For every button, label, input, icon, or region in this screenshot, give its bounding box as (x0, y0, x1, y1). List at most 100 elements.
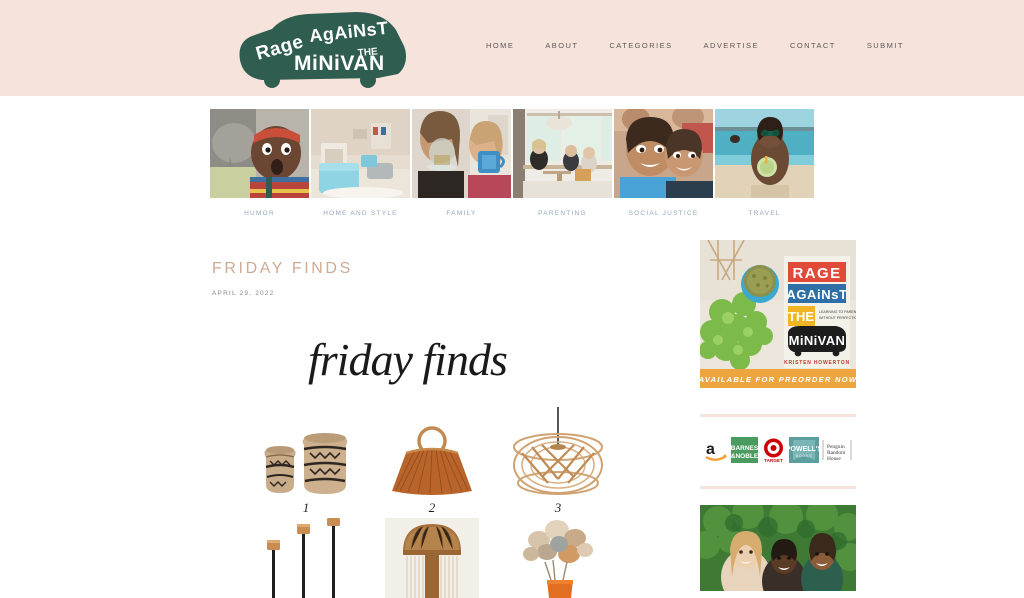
living-room-blue-sofa-photo-icon (311, 109, 410, 198)
category-thumb-home-and-style[interactable] (311, 109, 410, 198)
two-smiling-children-photo-icon (614, 109, 713, 198)
nav-item-advertise[interactable]: ADVERTISE (704, 41, 759, 50)
category-label-social-justice[interactable]: SOCIAL JUSTICE (614, 210, 713, 217)
book-preorder-ad[interactable]: RAGE AGAiNsT THE LEARNING TO PARENT WITH… (700, 240, 856, 388)
category-row: HUMOR HOME AND STYLE FAMILY PARENTING SO… (0, 109, 1024, 217)
product-item-1[interactable]: 1 (245, 407, 367, 514)
three-people-green-foliage-photo-icon (700, 505, 856, 591)
boy-beach-coconut-photo-icon (715, 109, 814, 198)
book-cover-line-1: RAGE (793, 265, 842, 282)
book-cover-line-4: MiNiVAN (789, 333, 846, 348)
target-logo-icon: TARGET (764, 438, 783, 463)
retailer-barnes-noble[interactable]: BARNES &NOBLE (731, 437, 758, 463)
nav-item-contact[interactable]: CONTACT (790, 41, 836, 50)
book-cover-author: KRISTEN HOWERTON (784, 360, 850, 366)
svg-text:House: House (827, 456, 841, 462)
brass-candlesticks-product-icon (267, 518, 340, 598)
category-thumb-travel[interactable] (715, 109, 814, 198)
product-item-5[interactable] (371, 518, 493, 598)
product-image-1[interactable] (245, 407, 367, 499)
svg-text:friday finds: friday finds (308, 334, 507, 385)
retailer-logos: a BARNES &NOBLE TARGET OWELL' BOOKS Peng… (700, 437, 856, 463)
sidebar-divider-2 (700, 486, 856, 489)
friday-finds-script-image-icon: friday finds (308, 334, 508, 385)
category-label-travel[interactable]: TRAVEL (715, 210, 814, 217)
category-humor[interactable]: HUMOR (210, 109, 309, 217)
category-strip: HUMOR HOME AND STYLE FAMILY PARENTING SO… (0, 96, 1024, 217)
svg-text:BARNES: BARNES (731, 445, 758, 452)
main-navigation: HOME ABOUT CATEGORIES ADVERTISE CONTACT … (486, 41, 904, 50)
product-image-2[interactable] (371, 407, 493, 499)
category-family[interactable]: FAMILY (412, 109, 511, 217)
product-image-3[interactable] (497, 407, 619, 499)
post-date: APRIL 29, 2022 (212, 290, 275, 297)
category-label-parenting[interactable]: PARENTING (513, 210, 612, 217)
two-people-drinking-mugs-photo-icon (412, 109, 511, 198)
product-item-2[interactable]: 2 (371, 407, 493, 514)
retailer-target[interactable]: TARGET (761, 437, 786, 463)
nav-item-about[interactable]: ABOUT (545, 41, 578, 50)
main-column: FRIDAY FINDS APRIL 29, 2022 friday finds (212, 240, 652, 598)
category-social-justice[interactable]: SOCIAL JUSTICE (614, 109, 713, 217)
category-label-family[interactable]: FAMILY (412, 210, 511, 217)
sidebar: RAGE AGAiNsT THE LEARNING TO PARENT WITH… (700, 240, 858, 598)
rage-against-the-minivan-logo-icon: Rage AgAiNsT THE MiNiVAN (239, 12, 406, 88)
sidebar-divider-1 (700, 414, 856, 417)
category-home-and-style[interactable]: HOME AND STYLE (311, 109, 410, 217)
woven-baskets-product-icon (264, 433, 348, 494)
book-cover-subtitle: LEARNING TO PARENT (819, 310, 856, 314)
nav-item-categories[interactable]: CATEGORIES (609, 41, 672, 50)
retailer-powells[interactable]: POWELL'S BOOKS (789, 437, 819, 463)
product-number-1: 1 (302, 500, 310, 515)
svg-text:&NOBLE: &NOBLE (731, 453, 758, 460)
category-parenting[interactable]: PARENTING (513, 109, 612, 217)
product-item-4[interactable] (245, 518, 367, 598)
category-thumb-humor[interactable] (210, 109, 309, 198)
retailer-amazon[interactable]: a (704, 437, 728, 463)
post-script-heading: friday finds (212, 323, 652, 401)
site-logo[interactable]: Rage AgAiNsT THE MiNiVAN (228, 8, 410, 88)
nav-item-submit[interactable]: SUBMIT (867, 41, 904, 50)
amazon-logo-icon: a (705, 441, 727, 461)
rattan-pendant-light-product-icon (513, 407, 603, 495)
category-travel[interactable]: TRAVEL (715, 109, 814, 217)
book-ad-banner-text: AVAILABLE FOR PREORDER NOW (700, 375, 856, 384)
svg-text:BOOKS: BOOKS (796, 454, 813, 458)
product-image-5[interactable] (371, 518, 493, 598)
product-image-4[interactable] (245, 518, 367, 598)
book-cover-line-2: AGAiNsT (786, 287, 847, 302)
retailer-penguin-random-house[interactable]: Penguin Random House (822, 437, 852, 463)
category-thumb-parenting[interactable] (513, 109, 612, 198)
page-title: FRIDAY FINDS (212, 260, 353, 277)
svg-text:a: a (706, 441, 715, 458)
page-content: FRIDAY FINDS APRIL 29, 2022 friday finds (0, 240, 1024, 598)
svg-text:TARGET: TARGET (764, 458, 783, 463)
nav-item-home[interactable]: HOME (486, 41, 514, 50)
svg-text:MiNiVAN: MiNiVAN (294, 52, 385, 75)
product-item-3[interactable]: 3 (497, 407, 619, 514)
book-cover-line-3: THE (788, 309, 814, 324)
penguin-random-house-logo-icon: Penguin Random House (822, 440, 852, 462)
category-label-humor[interactable]: HUMOR (210, 210, 309, 217)
product-grid-row-2 (212, 518, 652, 598)
category-thumb-family[interactable] (412, 109, 511, 198)
category-label-home-and-style[interactable]: HOME AND STYLE (311, 210, 410, 217)
straw-fan-bag-product-icon (392, 426, 472, 495)
product-number-2: 2 (428, 500, 436, 515)
book-cover-with-plant-photo-icon: RAGE AGAiNsT THE LEARNING TO PARENT WITH… (700, 240, 856, 388)
svg-text:POWELL'S: POWELL'S (789, 446, 819, 453)
powells-logo-icon: POWELL'S BOOKS (789, 437, 819, 463)
cafe-interior-people-photo-icon (513, 109, 612, 198)
about-photo[interactable] (700, 505, 856, 591)
category-thumb-social-justice[interactable] (614, 109, 713, 198)
svg-text:WITHOUT PERFECTION: WITHOUT PERFECTION (819, 316, 856, 320)
woven-arch-wall-hanging-product-icon (385, 518, 479, 598)
product-image-6[interactable] (497, 518, 619, 598)
product-number-3: 3 (554, 500, 562, 515)
product-grid-row-1: 1 2 3 (212, 407, 652, 514)
site-header: Rage AgAiNsT THE MiNiVAN HOME ABOUT CATE… (0, 0, 1024, 96)
dried-flowers-orange-vase-product-icon (507, 518, 607, 598)
product-item-6[interactable] (497, 518, 619, 598)
boy-surprised-elephant-photo-icon (210, 109, 309, 198)
barnes-noble-logo-icon: BARNES &NOBLE (731, 437, 758, 463)
